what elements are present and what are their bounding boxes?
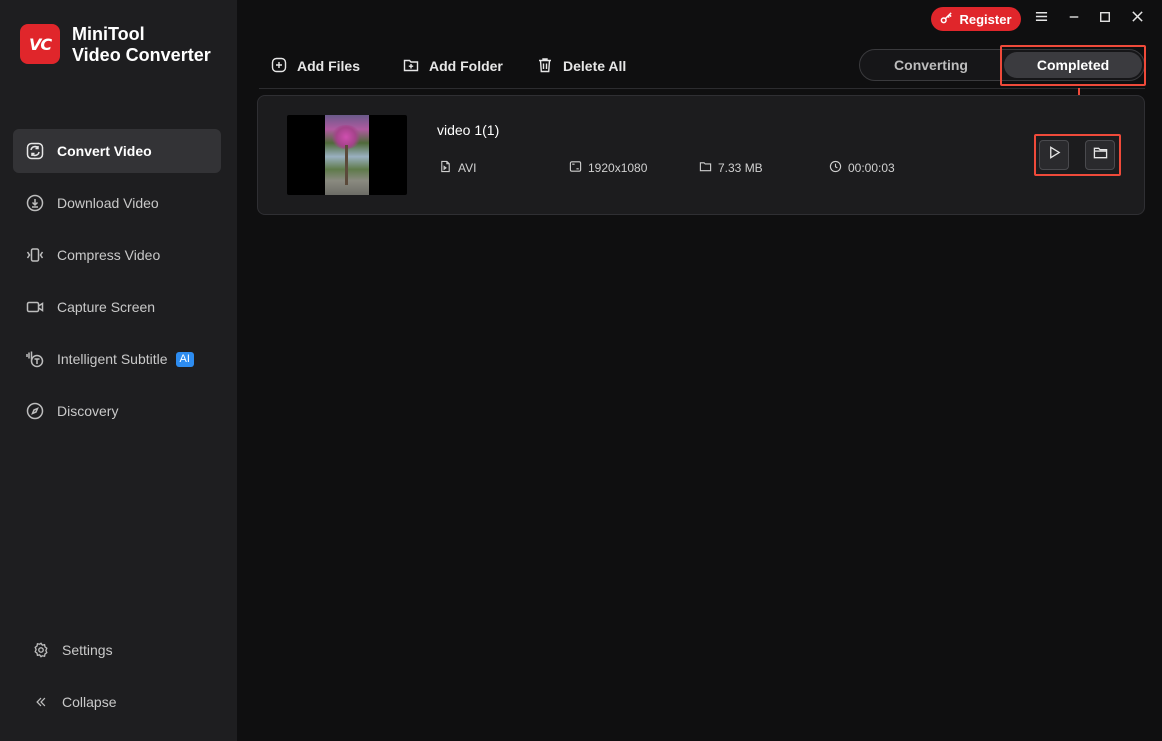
logo-text: VC — [28, 34, 52, 54]
add-files-button[interactable]: Add Files — [271, 55, 360, 77]
add-files-label: Add Files — [297, 58, 361, 74]
play-button[interactable] — [1039, 140, 1069, 170]
resolution-value: 1920x1080 — [588, 161, 648, 175]
sidebar-item-label: Discovery — [57, 403, 119, 419]
menu-button[interactable] — [1029, 8, 1053, 30]
plus-circle-icon — [271, 57, 287, 76]
file-size: 7.33 MB — [699, 160, 763, 176]
close-button[interactable] — [1125, 8, 1149, 30]
add-folder-button[interactable]: Add Folder — [403, 55, 503, 77]
close-icon — [1131, 10, 1144, 28]
video-thumbnail — [287, 115, 407, 195]
duration-value: 00:00:03 — [848, 161, 895, 175]
add-folder-label: Add Folder — [429, 58, 503, 74]
play-icon — [1047, 145, 1062, 165]
tab-label: Converting — [894, 57, 968, 73]
camera-icon — [25, 297, 45, 317]
brand-title: MiniTool Video Converter — [72, 24, 211, 66]
delete-all-label: Delete All — [563, 58, 627, 74]
hamburger-icon — [1035, 10, 1048, 28]
status-tabs: Converting Completed — [859, 49, 1145, 81]
file-format: AVI — [439, 160, 476, 176]
double-chevron-left-icon — [32, 693, 50, 711]
file-format-icon — [439, 160, 452, 176]
collapse-button[interactable]: Collapse — [22, 684, 222, 720]
thumbnail-image — [325, 115, 369, 195]
app-logo: VC — [20, 24, 60, 64]
toolbar-divider — [259, 88, 1145, 89]
sidebar-item-intelligent-subtitle[interactable]: Intelligent Subtitle AI — [13, 337, 221, 381]
delete-all-button[interactable]: Delete All — [537, 55, 626, 77]
sidebar-item-label: Intelligent Subtitle — [57, 351, 168, 367]
open-folder-button[interactable] — [1085, 140, 1115, 170]
sidebar-item-label: Compress Video — [57, 247, 161, 263]
sidebar-nav: Convert Video Download Video Compress Vi… — [13, 129, 221, 441]
sidebar-item-compress-video[interactable]: Compress Video — [13, 233, 221, 277]
brand-line2: Video Converter — [72, 45, 211, 65]
clock-icon — [829, 160, 842, 176]
sidebar-item-label: Download Video — [57, 195, 159, 211]
compass-icon — [25, 401, 45, 421]
file-resolution: 1920x1080 — [569, 160, 647, 176]
sidebar-bottom: Settings Collapse — [22, 632, 222, 720]
file-format-value: AVI — [458, 161, 477, 175]
trash-icon — [537, 57, 553, 76]
file-name: video 1(1) — [437, 122, 500, 138]
settings-button[interactable]: Settings — [22, 632, 222, 668]
tab-completed[interactable]: Completed — [1004, 52, 1142, 78]
sidebar-item-label: Convert Video — [57, 143, 152, 159]
download-icon — [25, 193, 45, 213]
minimize-button[interactable] — [1062, 8, 1086, 30]
maximize-icon — [1099, 10, 1111, 28]
tab-converting[interactable]: Converting — [862, 52, 1000, 78]
gear-icon — [32, 641, 50, 659]
brand-line1: MiniTool — [72, 24, 145, 44]
file-size-value: 7.33 MB — [718, 161, 763, 175]
folder-icon — [1093, 145, 1108, 165]
key-icon — [940, 11, 953, 27]
tab-label: Completed — [1036, 57, 1110, 73]
sidebar-item-convert-video[interactable]: Convert Video — [13, 129, 221, 173]
maximize-button[interactable] — [1093, 8, 1117, 30]
ai-badge: AI — [175, 351, 194, 367]
minimize-icon — [1068, 10, 1080, 28]
collapse-label: Collapse — [62, 694, 117, 710]
convert-icon — [25, 141, 45, 161]
sidebar-item-download-video[interactable]: Download Video — [13, 181, 221, 225]
sidebar-item-discovery[interactable]: Discovery — [13, 389, 221, 433]
compress-icon — [25, 245, 45, 265]
folder-icon — [699, 160, 712, 176]
app-window: VC MiniTool Video Converter Convert Vide… — [0, 0, 1162, 741]
resolution-icon — [569, 160, 582, 176]
sidebar-item-label: Capture Screen — [57, 299, 156, 315]
sidebar-item-capture-screen[interactable]: Capture Screen — [13, 285, 221, 329]
subtitle-icon — [25, 349, 45, 369]
settings-label: Settings — [62, 642, 113, 658]
folder-plus-icon — [403, 57, 419, 76]
register-button[interactable]: Register — [931, 7, 1021, 31]
sidebar: VC MiniTool Video Converter Convert Vide… — [0, 0, 237, 741]
register-label: Register — [959, 11, 1012, 27]
file-duration: 00:00:03 — [829, 160, 895, 176]
file-card: video 1(1) AVI 1920x1080 7.33 MB 00:00:0… — [257, 95, 1145, 215]
